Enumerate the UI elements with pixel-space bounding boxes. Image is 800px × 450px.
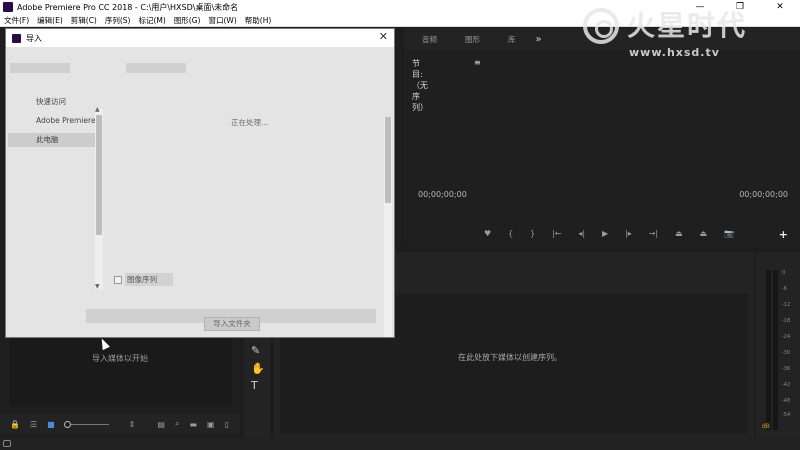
db-unit: dB: [762, 423, 770, 430]
nav-scrollbar[interactable]: ▲ ▼: [95, 106, 103, 290]
find-icon[interactable]: ⌕: [175, 419, 179, 429]
sort-icon[interactable]: ⇕: [129, 420, 136, 429]
db-label: -12: [782, 302, 791, 308]
play-icon[interactable]: ▶: [602, 229, 608, 238]
nav-pane: 快速访问 Adobe Premiere 此电脑: [8, 87, 108, 287]
window-title: Adobe Premiere Pro CC 2018 - C:\用户\HXSD\…: [17, 2, 239, 12]
tab-graphics[interactable]: 图形: [465, 34, 480, 45]
tab-libraries[interactable]: 库: [508, 34, 516, 45]
icon-view-icon[interactable]: ■: [47, 420, 55, 429]
import-dialog: 导入 ✕ 快速访问 Adobe Premiere 此电脑 ▲ ▼ 正在处理...…: [5, 28, 395, 338]
import-media-hint: 导入媒体以开始: [92, 354, 148, 363]
nav-item-adobe-premiere[interactable]: Adobe Premiere: [8, 114, 96, 128]
premiere-app-icon: [12, 33, 21, 43]
db-label: -24: [782, 334, 791, 340]
db-label: -54: [782, 412, 791, 418]
menu-marker[interactable]: 标记(M): [134, 14, 169, 27]
db-label: -42: [782, 382, 791, 388]
file-list-scrollbar[interactable]: [384, 117, 392, 337]
logo-text: 火星时代: [627, 9, 748, 42]
menu-file[interactable]: 文件(F): [0, 14, 33, 27]
dialog-close-icon[interactable]: ✕: [379, 30, 388, 43]
processing-status: 正在处理...: [231, 118, 269, 127]
image-sequence-checkbox[interactable]: 图像序列: [114, 273, 173, 286]
mark-in-icon[interactable]: {: [508, 229, 513, 238]
logo-url: www.hxsd.tv: [629, 46, 720, 59]
lock-icon[interactable]: 🔒: [10, 420, 20, 429]
dialog-title: 导入: [26, 33, 42, 43]
extract-icon[interactable]: ⏏: [699, 229, 707, 238]
project-footer: 🔒 ☰ ■ ⇕ ▤ ⌕ ▬ ▣ ▯: [0, 414, 240, 434]
hxsd-logo: 火星时代 www.hxsd.tv: [583, 2, 793, 64]
db-label: -18: [782, 318, 791, 324]
go-to-out-icon[interactable]: →|: [649, 229, 658, 238]
lift-icon[interactable]: ⏏: [675, 229, 683, 238]
status-bar: [0, 438, 800, 450]
step-back-icon[interactable]: ◂|: [578, 229, 585, 238]
db-label: -6: [782, 286, 787, 292]
playhead-timecode: 00;00;00;00: [418, 190, 467, 199]
automate-icon[interactable]: ▤: [157, 420, 165, 429]
dialog-body: 快速访问 Adobe Premiere 此电脑 ▲ ▼ 正在处理... 图像序列…: [6, 47, 394, 337]
meter-right: [773, 270, 778, 430]
db-label: 0: [782, 270, 786, 276]
mark-out-icon[interactable]: }: [530, 229, 535, 238]
image-sequence-label: 图像序列: [125, 273, 173, 286]
media-drop-area[interactable]: [10, 336, 232, 406]
more-panels-icon[interactable]: »: [536, 34, 542, 45]
go-to-in-icon[interactable]: |←: [552, 229, 561, 238]
db-label: -48: [782, 398, 791, 404]
trash-icon[interactable]: ▯: [225, 420, 229, 429]
pen-tool-icon[interactable]: ✎: [251, 344, 260, 357]
nav-item-this-pc[interactable]: 此电脑: [8, 133, 96, 147]
db-label: -36: [782, 366, 791, 372]
list-view-icon[interactable]: ☰: [30, 420, 37, 429]
scroll-up-icon[interactable]: ▲: [95, 106, 100, 113]
transport-controls: ♥ { } |← ◂| ▶ |▸ →| ⏏ ⏏ 📷: [484, 229, 734, 238]
premiere-app-icon: [3, 2, 13, 12]
export-frame-icon[interactable]: 📷: [724, 229, 734, 238]
audio-meters: 0 -6 -12 -18 -24 -30 -36 -42 -48 -54 dB: [756, 252, 800, 438]
panel-menu-icon[interactable]: ≡: [474, 58, 481, 67]
step-forward-icon[interactable]: |▸: [625, 229, 632, 238]
new-item-icon[interactable]: ▣: [207, 420, 215, 429]
type-tool-icon[interactable]: T: [251, 379, 258, 392]
menu-sequence[interactable]: 序列(S): [101, 14, 135, 27]
menu-graphics[interactable]: 图形(G): [170, 14, 205, 27]
scroll-thumb[interactable]: [96, 115, 102, 235]
menu-edit[interactable]: 编辑(E): [33, 14, 67, 27]
menu-clip[interactable]: 剪辑(C): [67, 14, 101, 27]
scroll-thumb[interactable]: [385, 117, 391, 203]
zoom-slider[interactable]: [63, 420, 109, 428]
add-marker-icon[interactable]: ♥: [484, 229, 491, 238]
new-bin-icon[interactable]: ▬: [189, 420, 197, 429]
menu-help[interactable]: 帮助(H): [241, 14, 276, 27]
status-chat-icon[interactable]: [3, 440, 11, 447]
nav-item-quick-access[interactable]: 快速访问: [8, 95, 96, 109]
faint-placeholder: [10, 63, 70, 73]
dialog-titlebar: 导入 ✕: [6, 29, 394, 47]
db-label: -30: [782, 350, 791, 356]
faint-placeholder: [126, 63, 186, 73]
program-title: 节目:（无序列）: [412, 59, 428, 112]
create-sequence-hint: 在此处放下媒体以创建序列。: [458, 353, 562, 362]
checkbox-box[interactable]: [114, 275, 122, 284]
import-folder-button[interactable]: 导入文件夹: [204, 317, 260, 331]
logo-mark-icon: [583, 8, 619, 44]
tab-audio[interactable]: 音频: [422, 34, 437, 45]
button-editor-icon[interactable]: +: [779, 228, 788, 241]
hand-tool-icon[interactable]: ✋: [251, 362, 265, 375]
meter-left: [766, 270, 771, 430]
menu-window[interactable]: 窗口(W): [204, 14, 240, 27]
duration-timecode: 00;00;00;00: [739, 190, 788, 199]
scroll-down-icon[interactable]: ▼: [95, 283, 100, 290]
